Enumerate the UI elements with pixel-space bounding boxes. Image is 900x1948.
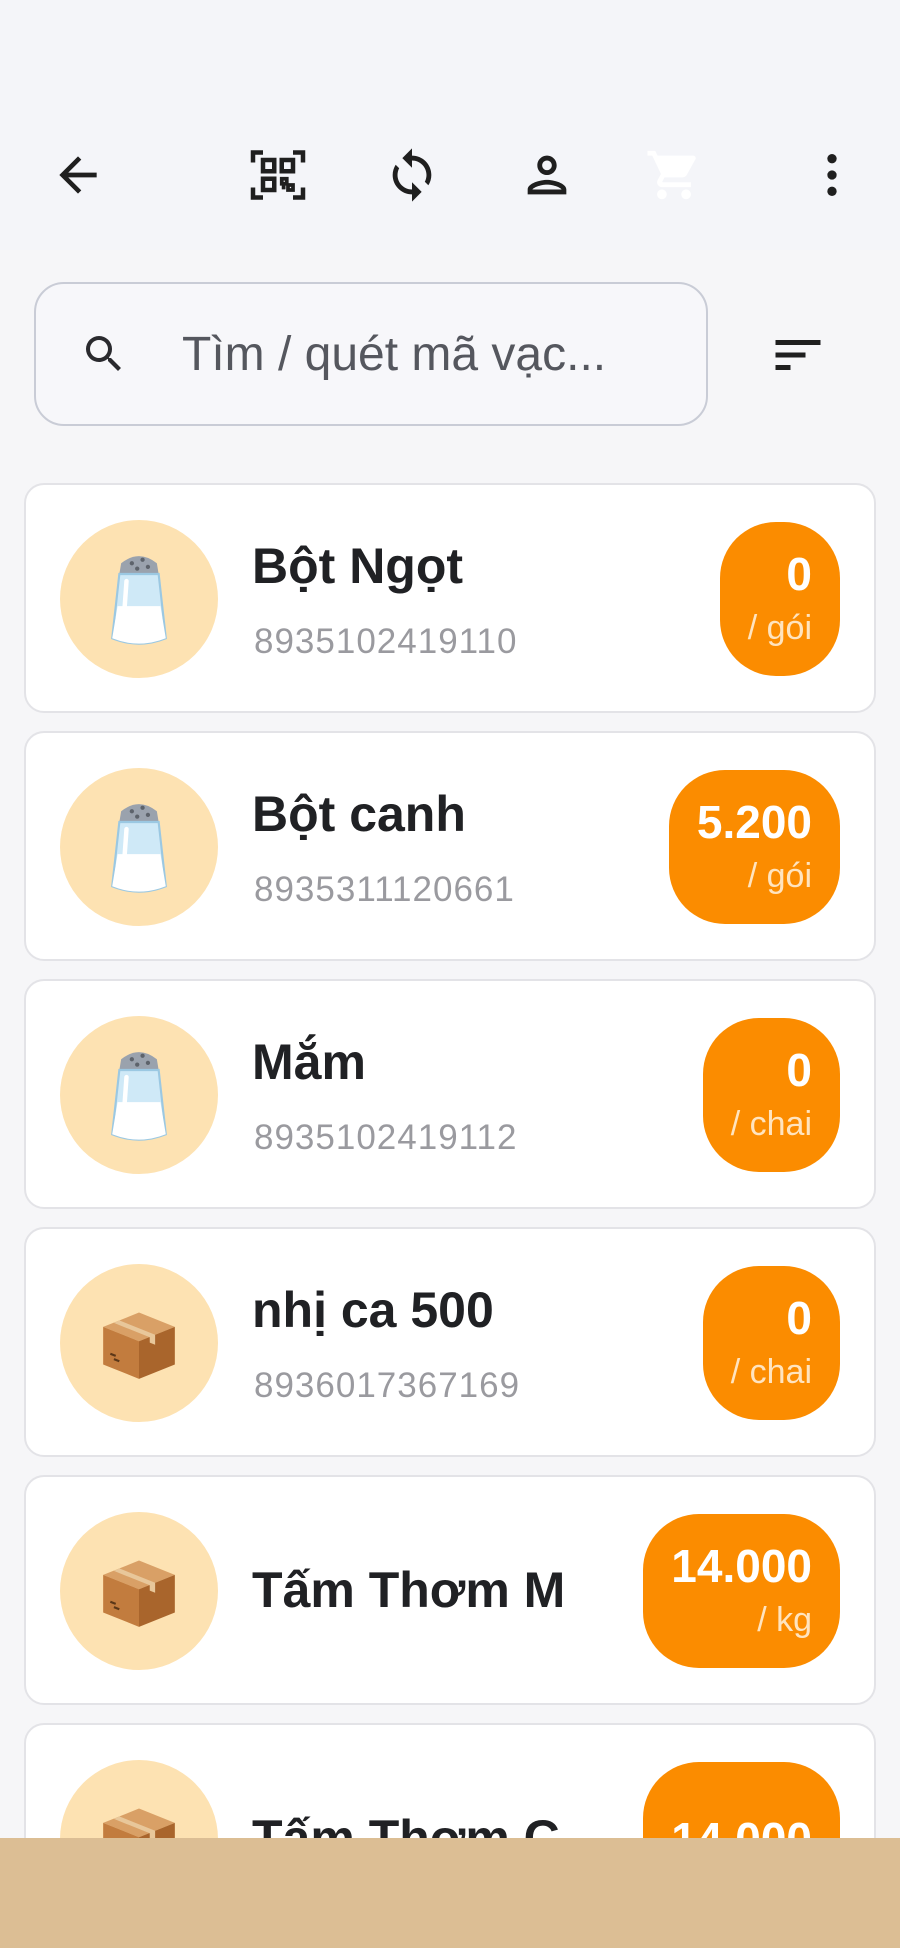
price-unit: / kg: [757, 1601, 812, 1639]
product-card[interactable]: Bột Ngọt 8935102419110 0 / gói: [24, 483, 876, 713]
product-avatar: [60, 768, 218, 926]
product-name: nhị ca 500: [252, 1282, 494, 1338]
product-card[interactable]: Mắm 8935102419112 0 / chai: [24, 979, 876, 1209]
salt-shaker-icon: [111, 556, 167, 645]
price-value: 5.200: [696, 796, 812, 848]
price-unit: / chai: [730, 1353, 812, 1391]
salt-shaker-icon: [111, 804, 167, 893]
salt-shaker-icon: [111, 1052, 167, 1141]
product-barcode: 8936017367169: [254, 1366, 521, 1405]
price-badge: 0 / chai: [702, 1266, 840, 1420]
price-badge: 5.200 / gói: [668, 770, 840, 924]
price-value: 14.000: [671, 1540, 812, 1592]
bottom-bar: [0, 1838, 900, 1948]
package-box-icon: [103, 1560, 175, 1627]
price-value: 0: [786, 548, 812, 600]
product-card[interactable]: nhị ca 500 8936017367169 0 / chai: [24, 1227, 876, 1457]
product-name: Bột canh: [252, 786, 466, 842]
price-badge: 14.000 / kg: [643, 1514, 840, 1668]
product-name: Tấm Thơm M: [252, 1562, 566, 1618]
price-unit: / gói: [747, 857, 812, 895]
price-unit: / gói: [747, 609, 812, 647]
product-barcode: 8935102419112: [254, 1118, 518, 1157]
price-badge: 0 / gói: [719, 522, 840, 676]
product-name: Bột Ngọt: [252, 538, 464, 594]
price-value: 0: [786, 1044, 812, 1096]
product-barcode: 8935102419110: [254, 622, 518, 661]
product-card[interactable]: Bột canh 8935311120661 5.200 / gói: [24, 731, 876, 961]
product-avatar: [60, 1016, 218, 1174]
product-name: Mắm: [252, 1034, 366, 1090]
price-unit: / chai: [730, 1105, 812, 1143]
price-value: 0: [786, 1292, 812, 1344]
package-box-icon: [103, 1312, 175, 1379]
product-avatar: [60, 1264, 218, 1422]
product-list: Bột Ngọt 8935102419110 0 / gói Bột canh …: [0, 0, 900, 1948]
product-avatar: [60, 1512, 218, 1670]
price-badge: 0 / chai: [702, 1018, 840, 1172]
product-card[interactable]: Tấm Thơm M 14.000 / kg: [24, 1475, 876, 1705]
product-avatar: [60, 520, 218, 678]
product-barcode: 8935311120661: [254, 870, 515, 909]
